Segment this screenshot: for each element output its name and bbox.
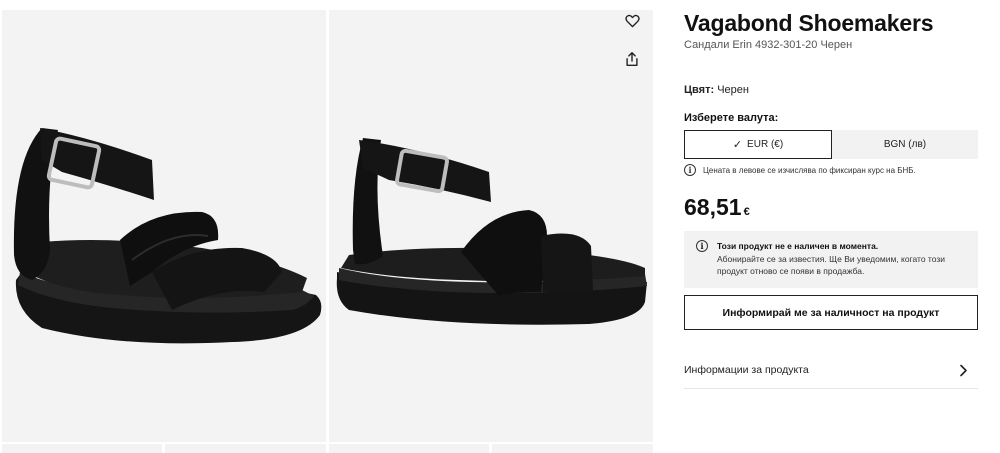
info-icon: i — [684, 164, 696, 176]
info-icon: i — [696, 240, 708, 252]
chevron-right-icon — [960, 364, 967, 376]
gallery-thumbnail[interactable] — [492, 444, 653, 453]
currency-selector: ✓ EUR (€) BGN (лв) — [684, 130, 978, 159]
product-gallery — [0, 10, 653, 453]
color-value: Черен — [717, 84, 749, 96]
currency-note: i Цената в левове се изчислява по фиксир… — [684, 164, 916, 176]
currency-option-label: EUR (€) — [747, 139, 784, 150]
sandal-angle-image — [336, 138, 647, 325]
gallery-thumbnail[interactable] — [2, 444, 162, 453]
product-color: Цвят: Черен — [684, 84, 749, 96]
sandal-side-image — [13, 128, 322, 344]
currency-option-eur[interactable]: ✓ EUR (€) — [684, 130, 832, 159]
share-icon — [626, 51, 638, 66]
currency-note-text: Цената в левове се изчислява по фиксиран… — [703, 165, 916, 175]
product-details-label: Информации за продукта — [684, 364, 809, 376]
wishlist-button[interactable] — [621, 10, 643, 32]
currency-option-bgn[interactable]: BGN (лв) — [832, 130, 978, 159]
product-brand[interactable]: Vagabond Shoemakers — [684, 10, 933, 37]
notify-availability-button[interactable]: Информирай ме за наличност на продукт — [684, 295, 978, 330]
currency-label: Изберете валута: — [684, 112, 779, 124]
product-image-angle[interactable] — [329, 10, 653, 442]
check-icon: ✓ — [732, 139, 743, 151]
availability-message: Абонирайте се за известия. Ще Ви уведоми… — [717, 253, 945, 277]
product-price: 68,51 € — [684, 194, 750, 221]
product-image-side[interactable] — [2, 10, 326, 442]
heart-icon — [624, 14, 640, 28]
price-currency: € — [743, 206, 750, 218]
availability-text: Този продукт не е наличен в момента. Або… — [717, 240, 968, 288]
product-title: Сандали Erin 4932-301-20 Черен — [684, 39, 853, 51]
gallery-thumbnail[interactable] — [329, 444, 489, 453]
availability-title: Този продукт не е наличен в момента. — [717, 241, 879, 251]
currency-option-label: BGN (лв) — [883, 139, 927, 150]
price-amount: 68,51 — [684, 194, 742, 220]
availability-alert: i Този продукт не е наличен в момента. А… — [684, 231, 978, 288]
gallery-thumbnail[interactable] — [165, 444, 326, 453]
share-button[interactable] — [621, 48, 643, 70]
product-details-toggle[interactable]: Информации за продукта — [684, 352, 978, 389]
color-label: Цвят: — [684, 84, 715, 96]
